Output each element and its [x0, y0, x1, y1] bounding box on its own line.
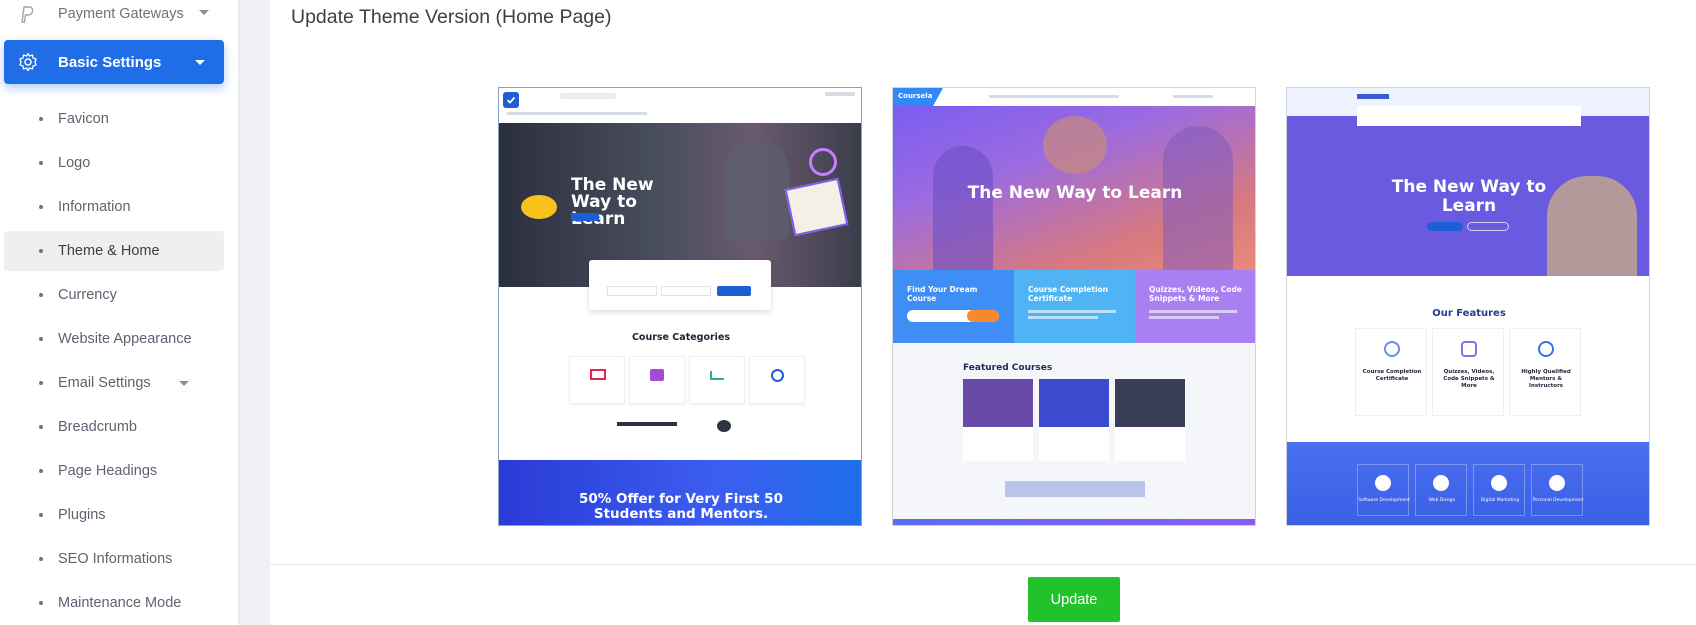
chevron-down-icon: [195, 60, 205, 65]
nav-label: Payment Gateways: [58, 6, 184, 22]
sidebar-item-favicon[interactable]: Favicon: [4, 99, 224, 139]
sidebar-item-information[interactable]: Information: [4, 187, 224, 227]
sidebar-item-plugins[interactable]: Plugins: [4, 495, 224, 535]
preview-feature-card: Find Your Dream Course: [893, 270, 1014, 343]
nav-basic-settings[interactable]: Basic Settings: [4, 40, 224, 84]
bullet-icon: [39, 249, 43, 253]
sidebar-item-label: Currency: [58, 287, 117, 303]
sidebar-item-website-appearance[interactable]: Website Appearance: [4, 319, 224, 359]
theme-settings-card: Update Theme Version (Home Page) The New…: [270, 0, 1696, 625]
preview-section-title: Our Features: [1432, 308, 1506, 319]
preview-hero-title: The New Way to Learn: [967, 183, 1183, 203]
preview-category-section: Software Development Web Design Digital …: [1287, 442, 1649, 525]
sidebar-item-currency[interactable]: Currency: [4, 275, 224, 315]
bullet-icon: [39, 381, 43, 385]
preview-featured-courses: Featured Courses: [893, 343, 1255, 525]
sidebar-item-seo-informations[interactable]: SEO Informations: [4, 539, 224, 579]
preview-hero-title: The New Way to Learn: [1391, 177, 1547, 216]
bullet-icon: [39, 469, 43, 473]
update-button[interactable]: Update: [1028, 577, 1120, 622]
paypal-icon: [18, 5, 36, 23]
bullet-icon: [39, 293, 43, 297]
sidebar-item-label: Page Headings: [58, 463, 158, 479]
sidebar-item-label: Website Appearance: [58, 331, 192, 347]
preview-feature-title: Quizzes, Videos, Code Snippets & More: [1443, 369, 1495, 389]
sidebar-item-label: Information: [58, 199, 131, 215]
checkbox-checked-icon: [503, 92, 519, 108]
bullet-icon: [39, 337, 43, 341]
preview-feature-title: Course Completion Certificate: [1362, 369, 1422, 382]
sidebar-item-breadcrumb[interactable]: Breadcrumb: [4, 407, 224, 447]
sidebar: Payment Gateways Basic Settings Favicon …: [0, 0, 238, 625]
preview-category-card: [569, 356, 625, 404]
preview-offer-banner: 50% Offer for Very First 50 Students and…: [499, 460, 861, 525]
preview-header: Coursela: [893, 88, 1255, 106]
preview-feature-card: Quizzes, Videos, Code Snippets & More: [1135, 270, 1255, 343]
sidebar-item-theme-home[interactable]: Theme & Home: [4, 231, 224, 271]
sidebar-item-logo[interactable]: Logo: [4, 143, 224, 183]
nav-label: Basic Settings: [58, 53, 162, 71]
gear-icon: [18, 52, 38, 72]
preview-section-title: Course Categories: [631, 332, 731, 343]
bullet-icon: [39, 513, 43, 517]
preview-category-label: Personal Development: [1532, 498, 1584, 503]
preview-section-title: Featured Courses: [963, 363, 1053, 373]
chevron-down-icon: [199, 10, 209, 15]
page-title: Update Theme Version (Home Page): [291, 6, 612, 28]
preview-feature-card: Course Completion Certificate: [1355, 328, 1427, 416]
sidebar-item-label: Maintenance Mode: [58, 595, 182, 611]
nav-payment-gateways[interactable]: Payment Gateways: [4, 0, 224, 28]
theme-option-3[interactable]: The New Way to Learn Our Features Course…: [1286, 87, 1650, 526]
theme-option-1[interactable]: The New Way to Learn Course Categories 5…: [498, 87, 862, 526]
preview-category-card: [629, 356, 685, 404]
preview-logo: Coursela: [898, 92, 933, 100]
theme-option-2[interactable]: Coursela The New Way to Learn Find Your …: [892, 87, 1256, 526]
preview-header: [1287, 88, 1649, 116]
sidebar-item-label: Logo: [58, 155, 91, 171]
sidebar-item-email-settings[interactable]: Email Settings: [4, 363, 224, 403]
bullet-icon: [39, 205, 43, 209]
preview-hero: The New Way to Learn: [1287, 116, 1649, 276]
bullet-icon: [39, 425, 43, 429]
bullet-icon: [39, 117, 43, 121]
preview-feature-card: Quizzes, Videos, Code Snippets & More: [1432, 328, 1504, 416]
preview-offer-title: 50% Offer for Very First 50 Students and…: [579, 491, 783, 522]
sidebar-item-maintenance-mode[interactable]: Maintenance Mode: [4, 583, 224, 623]
preview-hero: The New Way to Learn: [893, 106, 1255, 270]
preview-feature-title: Find Your Dream Course: [907, 285, 978, 303]
preview-feature-title: Course Completion Certificate: [1028, 285, 1109, 303]
preview-header: [499, 88, 861, 123]
preview-feature-card: Course Completion Certificate: [1014, 270, 1135, 343]
sidebar-item-label: Plugins: [58, 507, 106, 523]
sidebar-item-label: Theme & Home: [58, 243, 160, 259]
bullet-icon: [39, 161, 43, 165]
preview-category-label: Software Development: [1358, 498, 1410, 503]
sidebar-item-label: Breadcrumb: [58, 419, 137, 435]
sidebar-item-page-headings[interactable]: Page Headings: [4, 451, 224, 491]
sidebar-item-label: SEO Informations: [58, 551, 173, 567]
preview-feature-card: Highly Qualified Mentors & Instructors: [1509, 328, 1581, 416]
preview-search: [589, 260, 771, 310]
bullet-icon: [39, 557, 43, 561]
preview-category-label: Web Design: [1428, 498, 1456, 503]
sidebar-item-label: Favicon: [58, 111, 109, 127]
chevron-down-icon: [179, 381, 189, 386]
preview-feature-title: Highly Qualified Mentors & Instructors: [1521, 369, 1571, 389]
divider: [270, 564, 1696, 565]
bullet-icon: [39, 601, 43, 605]
preview-category-card: [749, 356, 805, 404]
preview-category-card: [689, 356, 745, 404]
sidebar-item-label: Email Settings: [58, 375, 151, 391]
preview-feature-title: Quizzes, Videos, Code Snippets & More: [1149, 285, 1242, 303]
preview-category-label: Digital Marketing: [1480, 498, 1520, 503]
